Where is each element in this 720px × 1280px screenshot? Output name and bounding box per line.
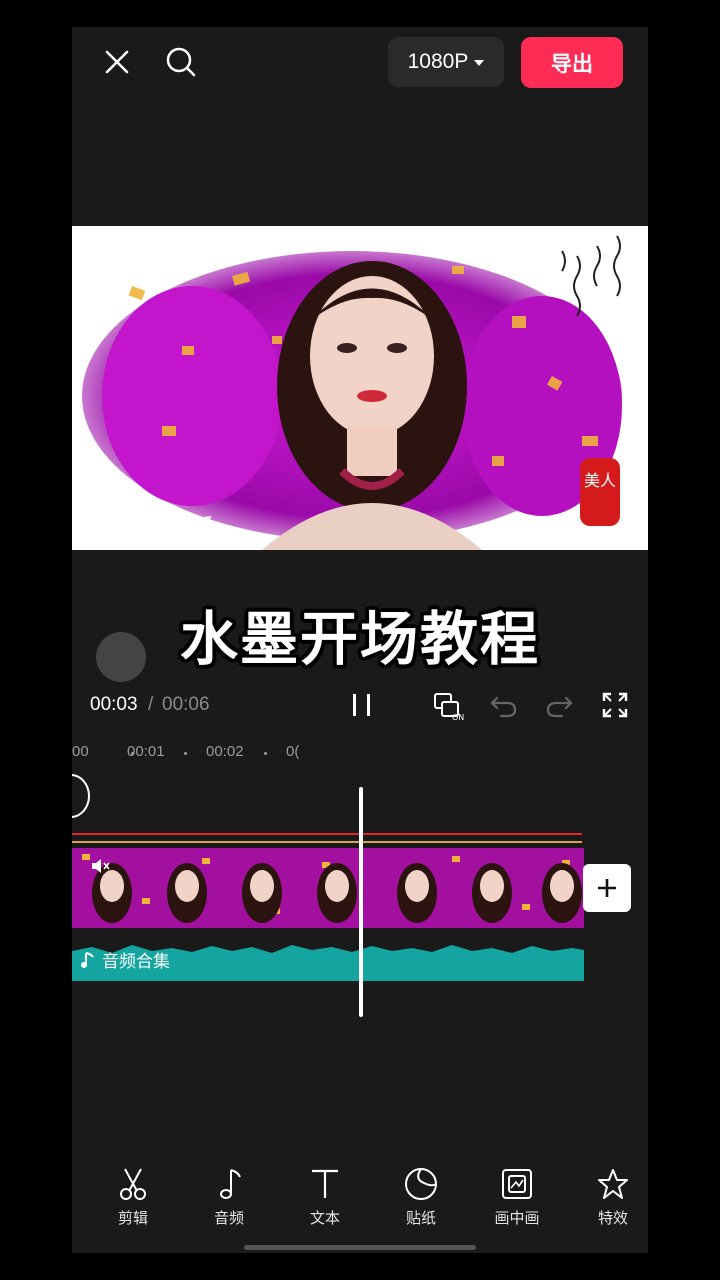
time-separator: / [148,694,154,715]
tool-effects[interactable]: 特效 [573,1167,648,1228]
video-thumbnails [72,848,584,928]
effects-star-icon [598,1169,628,1199]
fullscreen-icon[interactable] [600,690,630,720]
add-clip-button[interactable] [583,864,631,912]
ruler-tick [264,752,267,755]
ruler-label: 00 [72,743,89,760]
current-time: 00:03 [90,694,138,715]
overlay-title: 水墨开场教程 [179,605,540,673]
tool-label: 剪辑 [117,1209,148,1227]
ruler-label: 00:02 [206,743,244,760]
tool-label: 画中画 [494,1209,540,1227]
home-indicator[interactable] [244,1245,476,1250]
tool-text[interactable]: 文本 [285,1167,365,1228]
resolution-dropdown[interactable]: 1080P [388,37,504,87]
video-preview[interactable]: 美人 [72,226,648,550]
preview-image: 美人 [72,226,648,550]
text-icon [312,1169,338,1198]
editor-screen: 1080P 导出 美人 水墨开场教程 00:03 / 00:06 ON 00 0… [72,27,648,1253]
ruler-label: 00:01 [127,743,165,760]
playhead[interactable] [359,787,363,1017]
tool-pip[interactable]: 画中画 [477,1167,557,1228]
plus-icon [598,879,616,897]
audio-label-text: 音频合集 [102,952,170,972]
undo-icon[interactable] [489,690,519,720]
keyframe-on-icon[interactable]: ON [432,690,466,722]
ruler-label: 0( [286,743,300,760]
export-button[interactable]: 导出 [521,37,623,88]
tool-label: 文本 [309,1209,340,1227]
music-note-icon [81,951,94,968]
pause-icon[interactable] [348,690,376,720]
music-note-icon [220,1169,241,1199]
total-time: 00:06 [162,694,210,715]
tool-audio[interactable]: 音频 [189,1167,269,1228]
tool-cut[interactable]: 剪辑 [93,1167,173,1228]
audio-track-label: 音频合集 [80,947,170,972]
tool-label: 特效 [597,1209,628,1227]
svg-text:ON: ON [452,713,464,722]
seal-stamp [580,458,620,526]
track-marker-line [72,833,582,835]
mute-icon[interactable] [90,857,110,875]
tool-label: 贴纸 [405,1209,436,1227]
sticker-disc-icon [96,632,146,682]
redo-icon[interactable] [544,690,574,720]
close-icon[interactable] [97,42,137,82]
tool-sticker[interactable]: 贴纸 [381,1167,461,1228]
track-marker-line [72,841,582,843]
svg-text:美人: 美人 [584,471,616,490]
sticker-icon [405,1168,437,1200]
tool-label: 音频 [213,1209,244,1227]
picture-in-picture-icon [502,1169,532,1199]
search-icon[interactable] [161,42,201,82]
ruler-tick [184,752,187,755]
scissors-icon [120,1168,146,1200]
caret-down-icon [474,60,485,66]
video-track[interactable] [72,848,584,928]
resolution-value: 1080P [407,50,469,73]
